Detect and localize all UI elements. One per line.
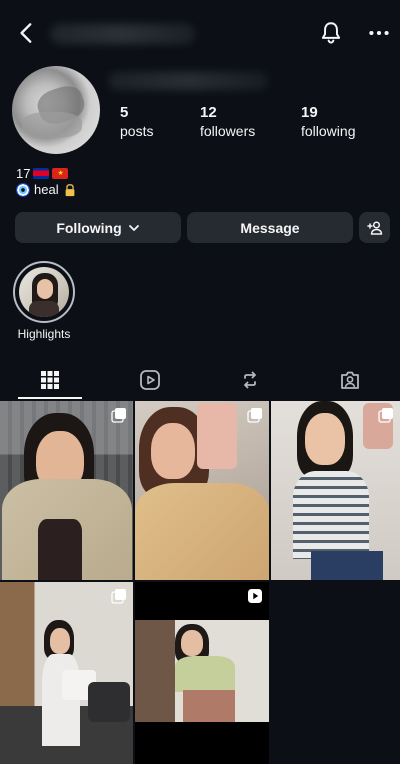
profile-tabs <box>0 360 400 400</box>
photo-face <box>305 413 345 465</box>
photo-face <box>151 423 195 479</box>
message-button-label: Message <box>240 219 300 236</box>
bio-line-2: heal <box>16 182 77 197</box>
posts-stat[interactable]: 5 posts <box>120 104 153 140</box>
followers-label: followers <box>200 123 256 139</box>
active-tab-indicator <box>18 397 82 399</box>
tagged-icon <box>341 371 359 389</box>
notification-bell-icon[interactable] <box>318 20 344 46</box>
more-options-icon[interactable] <box>366 20 392 46</box>
bio-age: 17 <box>16 166 31 181</box>
display-name-redacted <box>108 72 268 90</box>
photo-top <box>175 656 235 692</box>
profile-avatar[interactable] <box>12 66 100 154</box>
photo-body <box>42 654 80 746</box>
chevron-down-icon <box>128 224 139 231</box>
post-thumbnail[interactable] <box>135 582 269 764</box>
highlight-label[interactable]: Highlights <box>0 327 88 341</box>
photo-top <box>293 471 369 559</box>
following-count: 19 <box>301 104 318 121</box>
vietnam-flag-icon <box>52 168 69 179</box>
post-thumbnail[interactable] <box>135 401 269 580</box>
carousel-icon <box>378 408 393 423</box>
following-stat[interactable]: 19 following <box>301 104 355 140</box>
username-redacted <box>50 24 195 44</box>
bio-text: heal <box>34 182 59 197</box>
posts-count: 5 <box>120 104 129 121</box>
grid-icon <box>41 371 59 389</box>
following-label: following <box>301 123 356 139</box>
photo-face <box>50 628 70 654</box>
reels-icon <box>140 370 160 390</box>
followers-stat[interactable]: 12 followers <box>200 104 255 140</box>
photo-skirt <box>311 551 383 580</box>
back-arrow-icon[interactable] <box>14 20 40 46</box>
following-button[interactable]: Following <box>15 212 181 243</box>
highlight-body <box>29 301 59 317</box>
highlight-cover[interactable] <box>13 261 75 323</box>
tab-tagged[interactable] <box>300 360 400 400</box>
photo-face <box>181 630 203 656</box>
post-thumbnail[interactable] <box>0 582 133 764</box>
carousel-icon <box>111 589 126 604</box>
add-user-icon <box>366 220 382 235</box>
post-thumbnail[interactable] <box>0 401 133 580</box>
top-bar <box>0 0 400 64</box>
photo-skirt <box>183 690 235 722</box>
repost-icon <box>244 371 256 389</box>
avatar-shade <box>22 112 82 138</box>
tab-reposts[interactable] <box>200 360 300 400</box>
tab-grid[interactable] <box>0 360 100 400</box>
tab-reels[interactable] <box>100 360 200 400</box>
reel-icon <box>248 589 262 603</box>
message-button[interactable]: Message <box>187 212 353 243</box>
photo-phone <box>197 403 237 469</box>
lock-icon <box>65 183 74 196</box>
carousel-icon <box>111 408 126 423</box>
cambodia-flag-icon <box>33 168 50 179</box>
following-button-label: Following <box>56 219 122 236</box>
photo-body <box>135 483 269 580</box>
evil-eye-icon <box>16 182 30 197</box>
posts-label: posts <box>120 123 154 139</box>
suggested-users-button[interactable] <box>359 212 390 243</box>
photo-top <box>38 519 82 580</box>
photo-chair <box>88 682 130 722</box>
highlight-image <box>19 267 69 317</box>
carousel-icon <box>247 408 262 423</box>
bio-line-1: 17 <box>16 166 69 181</box>
highlight-face <box>37 279 53 299</box>
post-thumbnail[interactable] <box>271 401 400 580</box>
followers-count: 12 <box>200 104 217 121</box>
